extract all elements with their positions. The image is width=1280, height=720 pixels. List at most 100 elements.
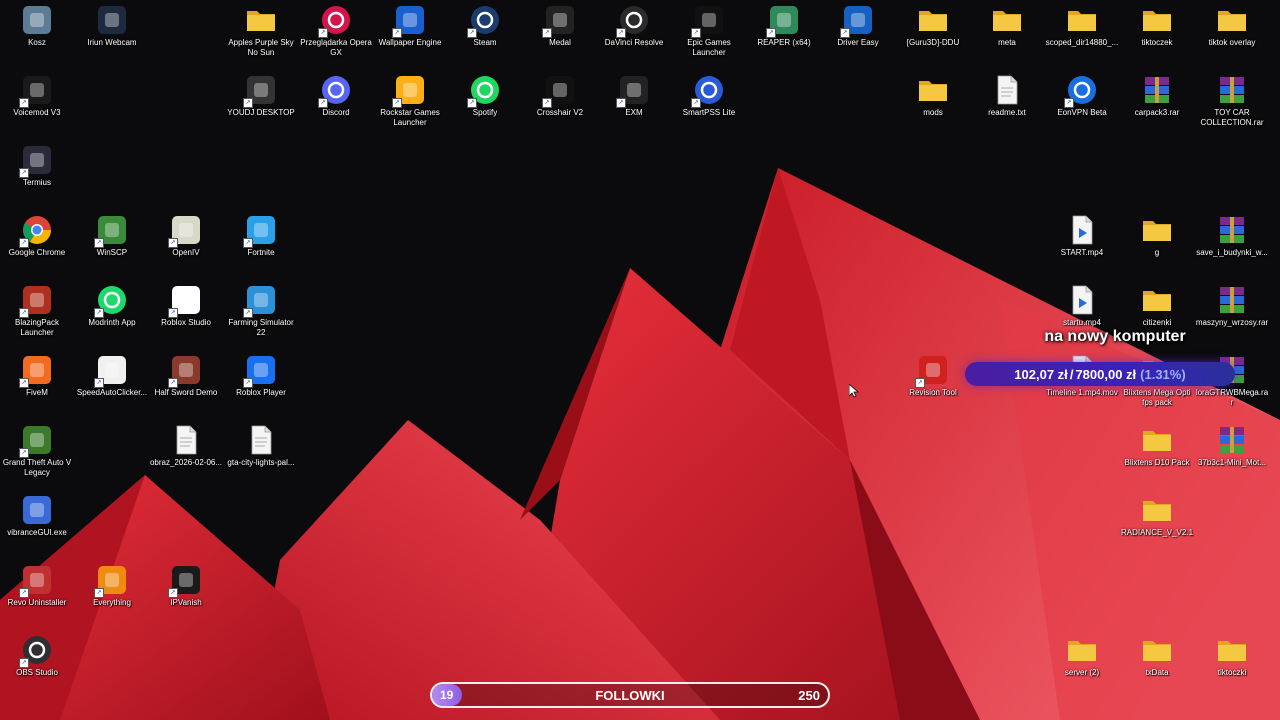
desktop-icon[interactable]: readme.txt [970, 70, 1044, 118]
desktop-icon-label: txData [1145, 668, 1169, 677]
desktop-icon[interactable]: ↗ Farming Simulator 22 [224, 280, 298, 338]
desktop-icon[interactable]: meta [970, 0, 1044, 48]
shortcut-arrow-icon: ↗ [168, 238, 178, 248]
desktop-icon[interactable]: ↗ Revision Tool [896, 350, 970, 398]
desktop-icon[interactable]: ↗ Epic Games Launcher [672, 0, 746, 58]
shortcut-arrow-icon: ↗ [168, 378, 178, 388]
desktop-icon[interactable]: ↗ EXM [597, 70, 671, 118]
desktop-icon[interactable]: ↗ Roblox Studio [149, 280, 223, 328]
desktop-icon[interactable]: obraz_2026-02-06... [149, 420, 223, 468]
desktop-icon[interactable]: ↗ Wallpaper Engine [373, 0, 447, 48]
desktop-icon[interactable]: ↗ OpenIV [149, 210, 223, 258]
desktop-icon[interactable]: Apples Purple Sky No Sun [224, 0, 298, 58]
desktop-icon[interactable]: ↗ Rockstar Games Launcher [373, 70, 447, 128]
desktop-icon[interactable]: ↗ REAPER (x64) [747, 0, 821, 48]
text-file-icon [245, 424, 277, 456]
winrar-archive-icon [1216, 74, 1248, 106]
desktop-icon[interactable]: ↗ Termius [0, 140, 74, 188]
desktop-icon[interactable]: TOY CAR COLLECTION.rar [1195, 70, 1269, 128]
desktop-icon[interactable]: ↗ DaVinci Resolve [597, 0, 671, 48]
desktop-icon[interactable]: scoped_dir14880_... [1045, 0, 1119, 48]
desktop-icon[interactable]: ↗ BlazingPack Launcher [0, 280, 74, 338]
donation-goal-bar: 102,07 zł / 7800,00 zł (1.31%) [965, 362, 1235, 386]
desktop-icon[interactable]: tiktoczek [1120, 0, 1194, 48]
desktop-icon[interactable]: ↗ WinSCP [75, 210, 149, 258]
desktop-icon[interactable]: Blixtens D10 Pack [1120, 420, 1194, 468]
desktop-icon[interactable]: ↗ Roblox Player [224, 350, 298, 398]
desktop-icon[interactable]: 37b3c1-Mini_Mot... [1195, 420, 1269, 468]
shortcut-arrow-icon: ↗ [467, 98, 477, 108]
revision-tool-icon: ↗ [915, 354, 949, 388]
webcam-icon [96, 4, 128, 36]
shortcut-arrow-icon: ↗ [19, 98, 29, 108]
desktop-icon-label: Timeline 1.mp4.mov [1046, 388, 1118, 397]
desktop-icon[interactable]: ↗ Driver Easy [821, 0, 895, 48]
folder-icon [1141, 214, 1173, 246]
desktop-icon[interactable]: ↗ SmartPSS Lite [672, 70, 746, 118]
desktop-icon-label: gta-city-lights-pal... [227, 458, 295, 467]
desktop-icon[interactable]: Kosz [0, 0, 74, 48]
follow-goal-title: FOLLOWKI [595, 688, 665, 703]
desktop-icon-label: SmartPSS Lite [682, 108, 736, 117]
desktop-icon-label: scoped_dir14880_... [1045, 38, 1119, 47]
desktop-icon[interactable]: [Guru3D]-DDU [896, 0, 970, 48]
desktop-icon[interactable]: mods [896, 70, 970, 118]
desktop-icon[interactable]: g [1120, 210, 1194, 258]
desktop-icon-label: IPVanish [170, 598, 202, 607]
opera-gx-icon: ↗ [318, 4, 352, 38]
desktop-icon[interactable]: ↗ Discord [299, 70, 373, 118]
roblox-studio-icon: ↗ [168, 284, 202, 318]
desktop-icon[interactable]: citizenki [1120, 280, 1194, 328]
desktop-icon[interactable]: server (2) [1045, 630, 1119, 678]
desktop-icon-label: Rockstar Games Launcher [380, 108, 440, 127]
driver-easy-icon: ↗ [840, 4, 874, 38]
desktop-icon[interactable]: ↗ YOUDJ DESKTOP [224, 70, 298, 118]
recycle-bin-icon [21, 4, 53, 36]
desktop-icon[interactable]: ↗ Modrinth App [75, 280, 149, 328]
donation-goal-heading: na nowy komputer [1044, 328, 1186, 345]
desktop-icon[interactable]: ↗ Crosshair V2 [523, 70, 597, 118]
desktop-icon-label: carpack3.rar [1134, 108, 1180, 117]
davinci-resolve-icon: ↗ [616, 4, 650, 38]
desktop-icon[interactable]: RADIANCE_V_V2.1 [1120, 490, 1194, 538]
folder-icon [1141, 634, 1173, 666]
desktop-icon[interactable]: tiktok overlay [1195, 0, 1269, 48]
fivem-icon: ↗ [19, 354, 53, 388]
desktop-icon[interactable]: START.mp4 [1045, 210, 1119, 258]
desktop-icon-label: meta [998, 38, 1016, 47]
desktop-icon[interactable]: startu.mp4 [1045, 280, 1119, 328]
desktop-icon-label: Everything [93, 598, 131, 607]
desktop-icon[interactable]: ↗ Fortnite [224, 210, 298, 258]
shortcut-arrow-icon: ↗ [19, 378, 29, 388]
desktop-icon[interactable]: ↗ EonVPN Beta [1045, 70, 1119, 118]
desktop-icon[interactable]: ↗ IPVanish [149, 560, 223, 608]
desktop-icon[interactable]: ↗ SpeedAutoClicker... [75, 350, 149, 398]
shortcut-arrow-icon: ↗ [915, 378, 925, 388]
desktop-icon[interactable]: ↗ Steam [448, 0, 522, 48]
desktop-icon[interactable]: ↗ Half Sword Demo [149, 350, 223, 398]
desktop-icon[interactable]: maszyny_wrzosy.rar [1195, 280, 1269, 328]
desktop-icon[interactable]: ↗ FiveM [0, 350, 74, 398]
desktop-icon-label: Voicemod V3 [13, 108, 61, 117]
desktop-icon[interactable]: carpack3.rar [1120, 70, 1194, 118]
desktop-icon[interactable]: tiktoczki [1195, 630, 1269, 678]
desktop-icon[interactable]: ↗ Everything [75, 560, 149, 608]
desktop-icon-label: Driver Easy [837, 38, 879, 47]
desktop-icon[interactable]: txData [1120, 630, 1194, 678]
desktop-icon[interactable]: ↗ Przeglądarka Opera GX [299, 0, 373, 58]
desktop-icon[interactable]: ↗ Revo Uninstaller [0, 560, 74, 608]
donation-separator: / [1069, 366, 1074, 382]
desktop-icon-label: [Guru3D]-DDU [906, 38, 960, 47]
desktop-icon[interactable]: vibranceGUI.exe [0, 490, 74, 538]
desktop-icon[interactable]: ↗ OBS Studio [0, 630, 74, 678]
shortcut-arrow-icon: ↗ [19, 308, 29, 318]
desktop-icon-label: TOY CAR COLLECTION.rar [1200, 108, 1264, 127]
desktop-icon[interactable]: save_i_budynki_w... [1195, 210, 1269, 258]
desktop-icon[interactable]: gta-city-lights-pal... [224, 420, 298, 468]
desktop-icon[interactable]: ↗ Medal [523, 0, 597, 48]
desktop-icon[interactable]: Iriun Webcam [75, 0, 149, 48]
desktop-icon[interactable]: ↗ Grand Theft Auto V Legacy [0, 420, 74, 478]
desktop-icon[interactable]: ↗ Google Chrome [0, 210, 74, 258]
desktop-icon[interactable]: ↗ Spotify [448, 70, 522, 118]
desktop-icon[interactable]: ↗ Voicemod V3 [0, 70, 74, 118]
